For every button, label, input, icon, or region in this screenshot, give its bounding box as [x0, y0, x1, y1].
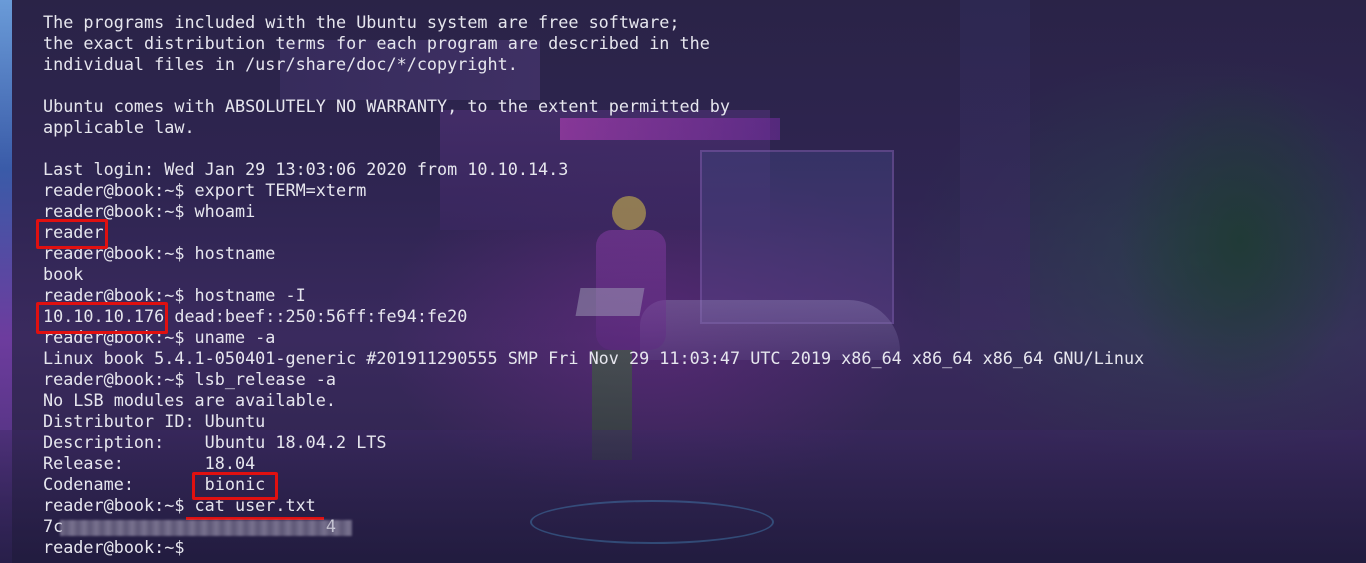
terminal-line: applicable law. [43, 117, 195, 137]
terminal-line: individual files in /usr/share/doc/*/cop… [43, 54, 518, 74]
terminal-line: reader [43, 222, 104, 242]
terminal-line: reader@book:~$ whoami [43, 201, 256, 221]
terminal-line: book [43, 264, 84, 284]
terminal-line: reader@book:~$ lsb_release -a [43, 369, 336, 389]
highlight-whoami-result [36, 219, 108, 249]
highlight-codename [192, 472, 278, 500]
terminal-line: reader@book:~$ export TERM=xterm [43, 180, 367, 200]
terminal-line: Release: 18.04 [43, 453, 256, 473]
terminal-line: the exact distribution terms for each pr… [43, 33, 710, 53]
terminal-line: 10.10.10.176 dead:beef::250:56ff:fe94:fe… [43, 306, 468, 326]
terminal-line: Ubuntu comes with ABSOLUTELY NO WARRANTY… [43, 96, 731, 116]
terminal-prompt-line[interactable]: reader@book:~$ [43, 537, 1144, 558]
terminal-line: Description: Ubuntu 18.04.2 LTS [43, 432, 387, 452]
terminal-line: Last login: Wed Jan 29 13:03:06 2020 fro… [43, 159, 569, 179]
terminal-line: No LSB modules are available. [43, 390, 336, 410]
terminal-line: Distributor ID: Ubuntu [43, 411, 266, 431]
terminal-line: Linux book 5.4.1-050401-generic #2019112… [43, 348, 1145, 368]
highlight-ip-address [36, 302, 168, 334]
terminal-line: reader@book:~$ hostname [43, 243, 276, 263]
terminal-line: The programs included with the Ubuntu sy… [43, 12, 680, 32]
terminal-line: reader@book:~$ hostname -I [43, 285, 306, 305]
terminal-line: reader@book:~$ uname -a [43, 327, 276, 347]
redacted-flag-blur [60, 520, 352, 536]
